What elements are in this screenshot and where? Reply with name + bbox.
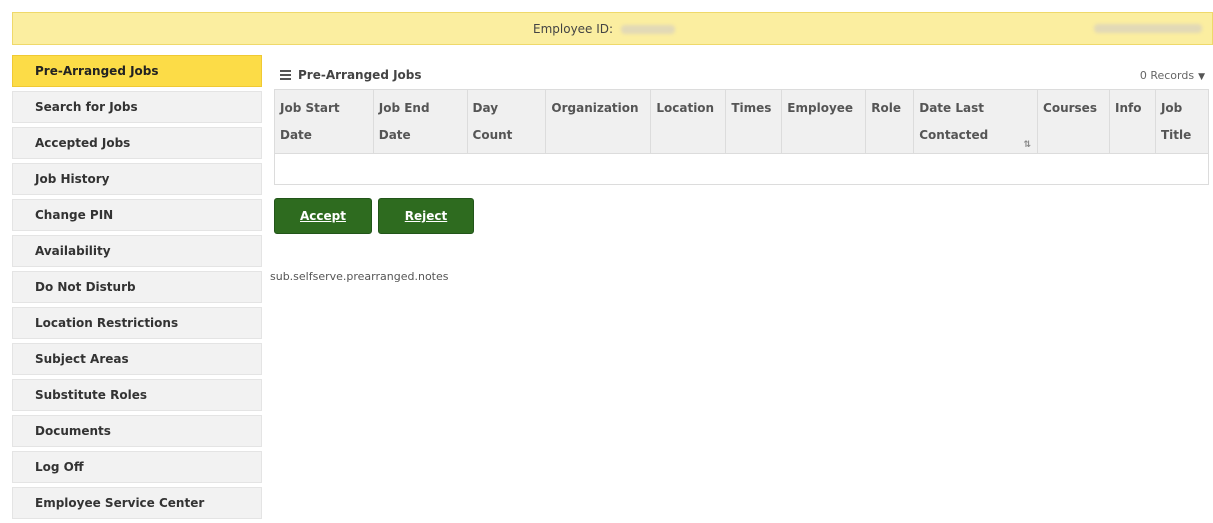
sidebar-nav: Pre-Arranged Jobs Search for Jobs Accept…	[12, 55, 262, 523]
action-buttons: Accept Reject	[274, 198, 1211, 234]
sidebar-item-subject-areas[interactable]: Subject Areas	[12, 343, 262, 375]
employee-id-label: Employee ID:	[533, 22, 614, 36]
sidebar-item-job-history[interactable]: Job History	[12, 163, 262, 195]
sidebar-item-change-pin[interactable]: Change PIN	[12, 199, 262, 231]
employee-id-value-redacted	[620, 25, 675, 34]
sidebar-item-substitute-roles[interactable]: Substitute Roles	[12, 379, 262, 411]
sidebar-item-log-off[interactable]: Log Off	[12, 451, 262, 483]
sidebar-item-pre-arranged-jobs[interactable]: Pre-Arranged Jobs	[12, 55, 262, 87]
sort-icon[interactable]: ⇅	[1023, 140, 1031, 150]
notes-text: sub.selfserve.prearranged.notes	[270, 270, 449, 283]
table-empty-cell	[274, 153, 1209, 185]
accept-button[interactable]: Accept	[274, 198, 372, 234]
column-header-info[interactable]: Info	[1109, 89, 1156, 154]
column-header-organization[interactable]: Organization	[545, 89, 652, 154]
records-dropdown[interactable]: 0 Records ▼	[1140, 69, 1205, 82]
column-header-employee[interactable]: Employee	[781, 89, 867, 154]
sidebar-item-location-restrictions[interactable]: Location Restrictions	[12, 307, 262, 339]
records-count: 0 Records	[1139, 69, 1195, 82]
column-header-times[interactable]: Times	[725, 89, 783, 154]
sidebar-item-do-not-disturb[interactable]: Do Not Disturb	[12, 271, 262, 303]
column-header-job-start-date[interactable]: Job Start Date	[274, 89, 374, 154]
column-header-location[interactable]: Location	[650, 89, 727, 154]
jobs-table: Job Start Date Job End Date Day Count Organ…	[274, 89, 1210, 185]
employee-id: Employee ID:	[533, 22, 675, 36]
column-header-job-end-date[interactable]: Job End Date	[372, 89, 468, 154]
column-header-role[interactable]: Role	[865, 89, 915, 154]
sidebar-item-documents[interactable]: Documents	[12, 415, 262, 447]
table-empty-row	[274, 153, 1209, 185]
sidebar-item-availability[interactable]: Availability	[12, 235, 262, 267]
sidebar-item-accepted-jobs[interactable]: Accepted Jobs	[12, 127, 262, 159]
hamburger-menu-icon[interactable]	[280, 70, 291, 82]
panel-title: Pre-Arranged Jobs	[298, 68, 422, 82]
main-panel: Pre-Arranged Jobs 0 Records ▼ Job Start Da…	[274, 63, 1211, 234]
header-bar: Employee ID:	[12, 12, 1213, 45]
column-header-courses[interactable]: Courses	[1037, 89, 1110, 154]
panel-header: Pre-Arranged Jobs 0 Records ▼	[274, 63, 1211, 89]
caret-down-icon: ▼	[1198, 72, 1205, 82]
table-header-row: Job Start Date Job End Date Day Count Organ…	[274, 89, 1210, 154]
column-header-day-count[interactable]: Day Count	[466, 89, 547, 154]
reject-button[interactable]: Reject	[378, 198, 474, 234]
column-header-date-last-contacted[interactable]: Date Last Contacted ⇅	[913, 89, 1039, 154]
sidebar-item-employee-service-center[interactable]: Employee Service Center	[12, 487, 262, 519]
column-header-job-title[interactable]: Job Title	[1154, 89, 1210, 154]
user-name-redacted	[1094, 24, 1202, 33]
sidebar-item-search-for-jobs[interactable]: Search for Jobs	[12, 91, 262, 123]
